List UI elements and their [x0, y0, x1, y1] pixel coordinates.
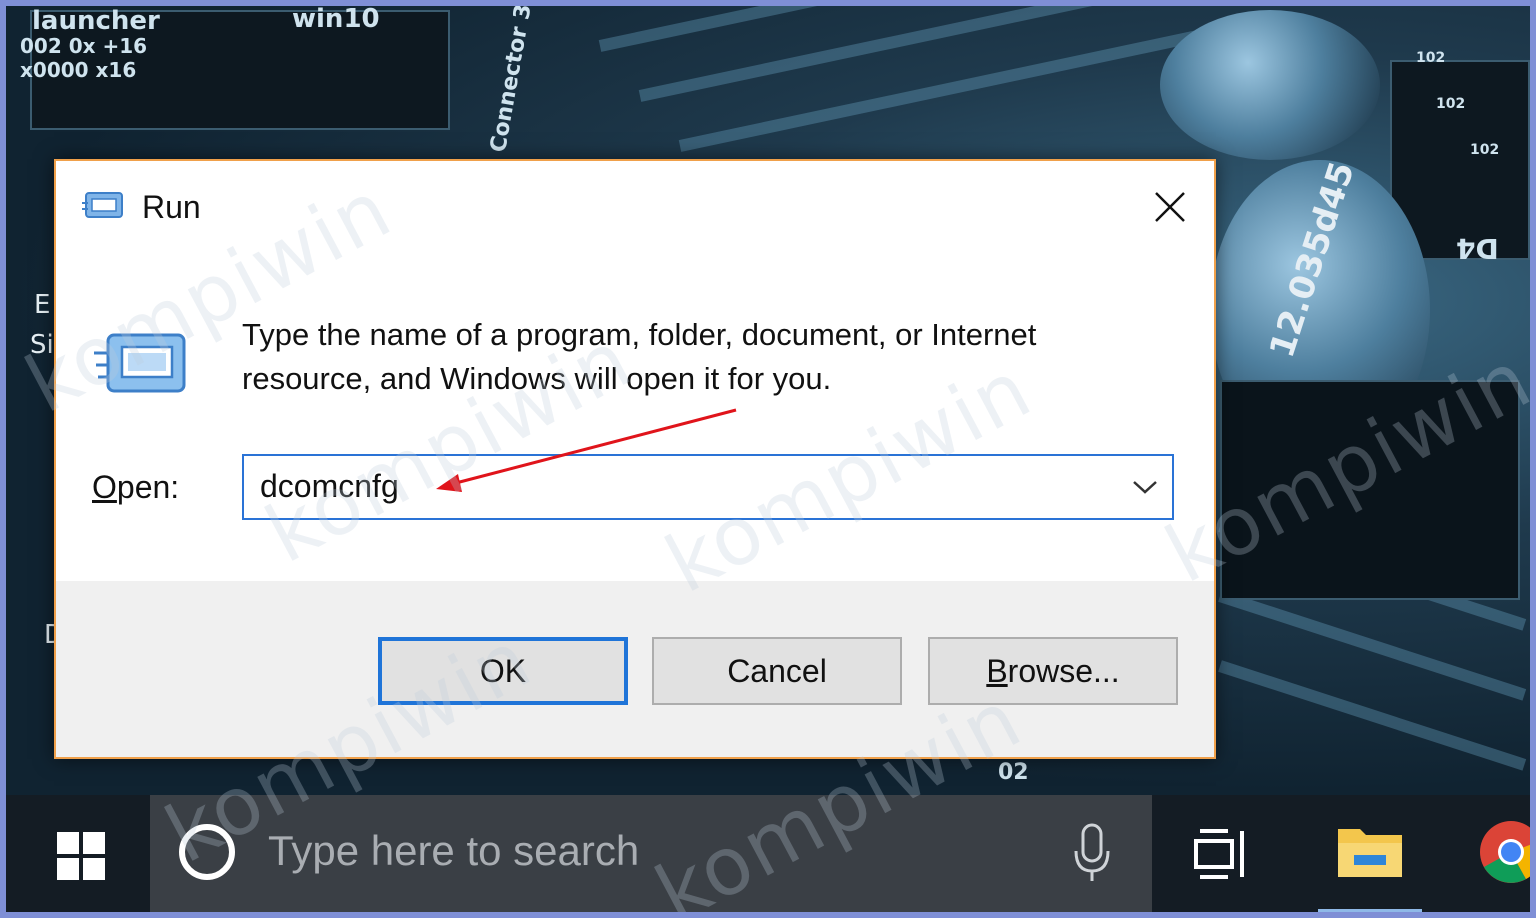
open-label: Open: — [92, 469, 179, 506]
dialog-titlebar[interactable]: Run — [56, 161, 1214, 251]
chevron-down-icon — [1133, 481, 1157, 494]
chrome-icon[interactable] — [1478, 819, 1536, 885]
taskbar-search-box[interactable]: Type here to search — [150, 795, 1152, 913]
browse-accesskey: B — [986, 652, 1008, 689]
run-dialog: Run Type the name of a program, folder, … — [54, 159, 1216, 759]
silk-text-d4: D4 — [1456, 232, 1499, 265]
run-icon — [82, 192, 123, 218]
explorer-active-indicator — [1318, 909, 1422, 913]
close-button[interactable] — [1140, 181, 1200, 233]
open-label-accesskey: O — [92, 469, 117, 505]
silk-text-win10: win10 — [292, 4, 380, 34]
silk-text-102b: 102 — [1436, 96, 1466, 112]
taskbar: Type here to search — [0, 795, 1536, 918]
file-explorer-icon[interactable] — [1336, 821, 1404, 881]
dialog-body: Type the name of a program, folder, docu… — [56, 251, 1214, 581]
close-icon — [1155, 192, 1185, 222]
silk-text-connector: Connector 3405 — [486, 0, 545, 155]
silk-text-102a: 102 — [1416, 50, 1446, 66]
desktop-icon-label-e[interactable]: E — [34, 290, 50, 320]
silk-text-hex2: x0000 x16 — [20, 58, 137, 82]
dialog-description: Type the name of a program, folder, docu… — [242, 317, 1037, 396]
ok-button[interactable]: OK — [378, 637, 628, 705]
combobox-dropdown-button[interactable] — [1128, 472, 1162, 502]
task-view-icon[interactable] — [1194, 827, 1250, 883]
silk-text-102c: 102 — [1470, 142, 1500, 158]
run-program-icon — [94, 333, 186, 393]
start-button[interactable] — [46, 821, 116, 891]
cortana-circle-icon — [179, 824, 235, 880]
silk-text-02: 02 — [998, 760, 1029, 785]
open-label-text: pen: — [116, 469, 180, 505]
cancel-button[interactable]: Cancel — [652, 637, 902, 705]
silk-text-launcher: launcher — [32, 6, 160, 36]
search-placeholder: Type here to search — [268, 827, 640, 874]
desktop-icon-label-si[interactable]: Si — [30, 330, 54, 360]
microphone-icon[interactable] — [1072, 823, 1112, 885]
dialog-title: Run — [142, 189, 201, 225]
dialog-button-bar: OK Cancel Browse... — [56, 581, 1214, 757]
windows-start-icon — [57, 832, 105, 880]
browse-button[interactable]: Browse... — [928, 637, 1178, 705]
browse-label-text: rowse... — [1007, 652, 1120, 689]
silk-text-hex1: 002 0x +16 — [20, 34, 148, 58]
open-combobox[interactable]: dcomcnfg — [242, 454, 1174, 520]
open-input[interactable]: dcomcnfg — [260, 468, 399, 505]
